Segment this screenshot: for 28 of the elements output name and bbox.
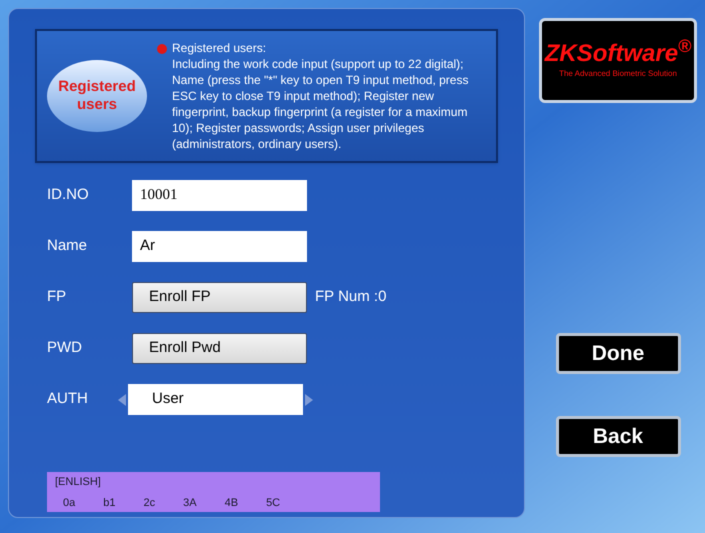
privilege-selector[interactable]: User: [128, 384, 303, 415]
text-field[interactable]: 10001: [132, 180, 307, 211]
enroll-button[interactable]: Enroll Pwd: [132, 333, 307, 364]
input-mode: [ENLISH]: [55, 475, 102, 490]
right-arrow-icon[interactable]: [305, 394, 313, 406]
field-label: PWD: [47, 338, 83, 358]
candidate-key[interactable]: 4B: [224, 494, 238, 511]
text-field[interactable]: Ar: [132, 231, 307, 262]
logo-tagline: The Advanced Biometric Solution: [559, 68, 677, 80]
candidate-key[interactable]: 5C: [266, 494, 280, 511]
bullet-icon: [157, 44, 167, 54]
enroll-button[interactable]: Enroll FP: [132, 282, 307, 313]
banner-description: Including the work code input (support up to 22 digital); Name (press the "*" key to open T9 input method, press ESC key to close T9 input method); Register new fingerprint, backup fingerprint (a register for a maximum 10); Register passwords; Assign user privileges (administrators, ordinary users).: [172, 56, 470, 152]
field-label: FP: [47, 287, 68, 308]
candidate-key[interactable]: 3A: [183, 494, 197, 511]
candidate-key[interactable]: b1: [103, 494, 116, 511]
banner-title: Registered users:: [172, 40, 268, 56]
speech-bubble-badge: Registered users: [47, 60, 147, 132]
candidate-key[interactable]: 2c: [144, 494, 156, 511]
left-arrow-icon[interactable]: [118, 394, 126, 406]
candidate-key[interactable]: 0a: [63, 494, 76, 511]
action-button[interactable]: Done: [556, 333, 680, 374]
field-label: Name: [47, 236, 88, 256]
field-label: AUTH: [47, 389, 89, 410]
field-label: ID.NO: [47, 185, 90, 206]
logo-name: ZKSoftware$^{®}$: [544, 42, 692, 66]
fp-count: FP Num :0: [315, 287, 386, 308]
action-button[interactable]: Back: [556, 416, 680, 457]
